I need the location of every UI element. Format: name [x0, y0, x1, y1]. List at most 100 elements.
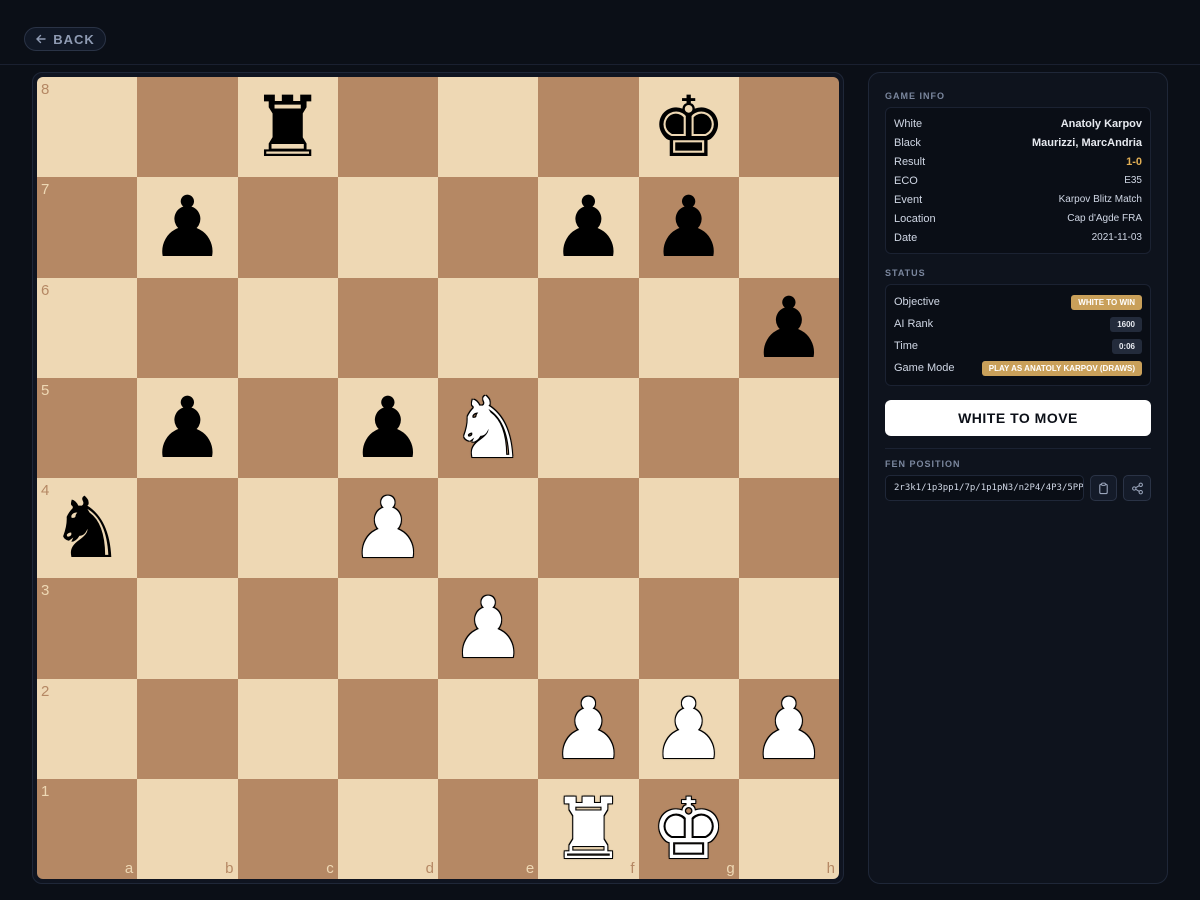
top-bar: BACK [0, 0, 1200, 65]
chess-board-frame: 8 ♜ ♚ 7 ♟ ♟ ♟ 6 ♟ 5 ♟ ♟ ♞ 4 ♞ ♟ 3 ♟ 2 ♟ ♟ ♟ 1 a b c d e f ♜ g ♚ h [32, 72, 844, 884]
square-d3[interactable] [337, 578, 438, 679]
square-d8[interactable] [337, 77, 438, 178]
square-e7[interactable] [438, 177, 539, 278]
black-pawn-piece[interactable]: ♟ [137, 378, 237, 478]
white-king-piece[interactable]: ♚ [639, 779, 739, 879]
black-rook-piece[interactable]: ♜ [238, 77, 338, 177]
square-c1[interactable]: c [237, 778, 338, 879]
square-e5[interactable]: ♞ [438, 377, 539, 478]
square-d1[interactable]: d [337, 778, 438, 879]
file-label: a [124, 860, 134, 877]
square-c2[interactable] [237, 678, 338, 779]
square-h8[interactable] [738, 77, 839, 178]
black-king-piece[interactable]: ♚ [639, 77, 739, 177]
square-h7[interactable] [738, 177, 839, 278]
square-d5[interactable]: ♟ [337, 377, 438, 478]
square-h1[interactable]: h [738, 778, 839, 879]
square-h2[interactable]: ♟ [738, 678, 839, 779]
square-e4[interactable] [438, 478, 539, 579]
info-row-white: White Anatoly Karpov [894, 114, 1142, 133]
square-b8[interactable] [137, 77, 238, 178]
black-pawn-piece[interactable]: ♟ [639, 177, 739, 277]
square-c4[interactable] [237, 478, 338, 579]
white-pawn-piece[interactable]: ♟ [639, 679, 739, 779]
square-c8[interactable]: ♜ [237, 77, 338, 178]
square-b1[interactable]: b [137, 778, 238, 879]
white-pawn-piece[interactable]: ♟ [438, 578, 538, 678]
square-c3[interactable] [237, 578, 338, 679]
square-a2[interactable]: 2 [37, 678, 138, 779]
share-fen-button[interactable] [1123, 475, 1151, 501]
square-e6[interactable] [438, 277, 539, 378]
square-b2[interactable] [137, 678, 238, 779]
white-pawn-piece[interactable]: ♟ [338, 478, 438, 578]
info-value: Maurizzi, MarcAndria [1031, 136, 1142, 149]
square-g4[interactable] [638, 478, 739, 579]
square-h3[interactable] [738, 578, 839, 679]
game-info-title: GAME INFO [885, 91, 945, 101]
square-c7[interactable] [237, 177, 338, 278]
square-a4[interactable]: 4 ♞ [37, 478, 138, 579]
square-f5[interactable] [538, 377, 639, 478]
turn-indicator-button[interactable]: WHITE TO MOVE [885, 400, 1151, 436]
square-b5[interactable]: ♟ [137, 377, 238, 478]
white-knight-piece[interactable]: ♞ [438, 378, 538, 478]
square-h6[interactable]: ♟ [738, 277, 839, 378]
square-f8[interactable] [538, 77, 639, 178]
black-pawn-piece[interactable]: ♟ [739, 278, 839, 378]
square-g2[interactable]: ♟ [638, 678, 739, 779]
back-button[interactable]: BACK [24, 27, 106, 51]
square-d4[interactable]: ♟ [337, 478, 438, 579]
square-f3[interactable] [538, 578, 639, 679]
black-knight-piece[interactable]: ♞ [37, 478, 137, 578]
square-g7[interactable]: ♟ [638, 177, 739, 278]
square-e3[interactable]: ♟ [438, 578, 539, 679]
square-b6[interactable] [137, 277, 238, 378]
black-pawn-piece[interactable]: ♟ [538, 177, 638, 277]
square-f7[interactable]: ♟ [538, 177, 639, 278]
square-d2[interactable] [337, 678, 438, 779]
square-c6[interactable] [237, 277, 338, 378]
square-a8[interactable]: 8 [37, 77, 138, 178]
square-f2[interactable]: ♟ [538, 678, 639, 779]
square-e8[interactable] [438, 77, 539, 178]
white-pawn-piece[interactable]: ♟ [538, 679, 638, 779]
info-value: E35 [1124, 175, 1142, 186]
black-pawn-piece[interactable]: ♟ [137, 177, 237, 277]
square-h4[interactable] [738, 478, 839, 579]
ai-rank-badge: 1600 [1110, 316, 1142, 332]
square-e2[interactable] [438, 678, 539, 779]
square-b7[interactable]: ♟ [137, 177, 238, 278]
square-c5[interactable] [237, 377, 338, 478]
square-h5[interactable] [738, 377, 839, 478]
square-b3[interactable] [137, 578, 238, 679]
file-label: c [326, 860, 334, 877]
square-a7[interactable]: 7 [37, 177, 138, 278]
square-b4[interactable] [137, 478, 238, 579]
white-rook-piece[interactable]: ♜ [538, 779, 638, 879]
copy-fen-button[interactable] [1089, 475, 1118, 501]
square-g3[interactable] [638, 578, 739, 679]
square-a1[interactable]: 1a [37, 778, 138, 879]
square-e1[interactable]: e [438, 778, 539, 879]
square-g5[interactable] [638, 377, 739, 478]
square-g8[interactable]: ♚ [638, 77, 739, 178]
fen-input[interactable]: 2r3k1/1p3pp1/7p/1p1pN3/n2P4/4P3/5PPP/5RK… [885, 475, 1084, 501]
info-row-date: Date 2021-11-03 [894, 228, 1142, 247]
info-value: Karpov Blitz Match [1058, 194, 1142, 205]
clipboard-icon [1099, 482, 1108, 494]
square-f4[interactable] [538, 478, 639, 579]
square-g6[interactable] [638, 277, 739, 378]
square-d7[interactable] [337, 177, 438, 278]
white-pawn-piece[interactable]: ♟ [739, 679, 839, 779]
square-a6[interactable]: 6 [37, 277, 138, 378]
square-a5[interactable]: 5 [37, 377, 138, 478]
status-row-time: Time 0:06 [894, 335, 1142, 357]
square-a3[interactable]: 3 [37, 578, 138, 679]
chess-board[interactable]: 8 ♜ ♚ 7 ♟ ♟ ♟ 6 ♟ 5 ♟ ♟ ♞ 4 ♞ ♟ 3 ♟ 2 ♟ ♟ ♟ 1 a b c d e f ♜ g ♚ h [37, 77, 839, 879]
square-g1[interactable]: g ♚ [638, 778, 739, 879]
square-d6[interactable] [337, 277, 438, 378]
square-f1[interactable]: f ♜ [538, 778, 639, 879]
square-f6[interactable] [538, 277, 639, 378]
black-pawn-piece[interactable]: ♟ [338, 378, 438, 478]
